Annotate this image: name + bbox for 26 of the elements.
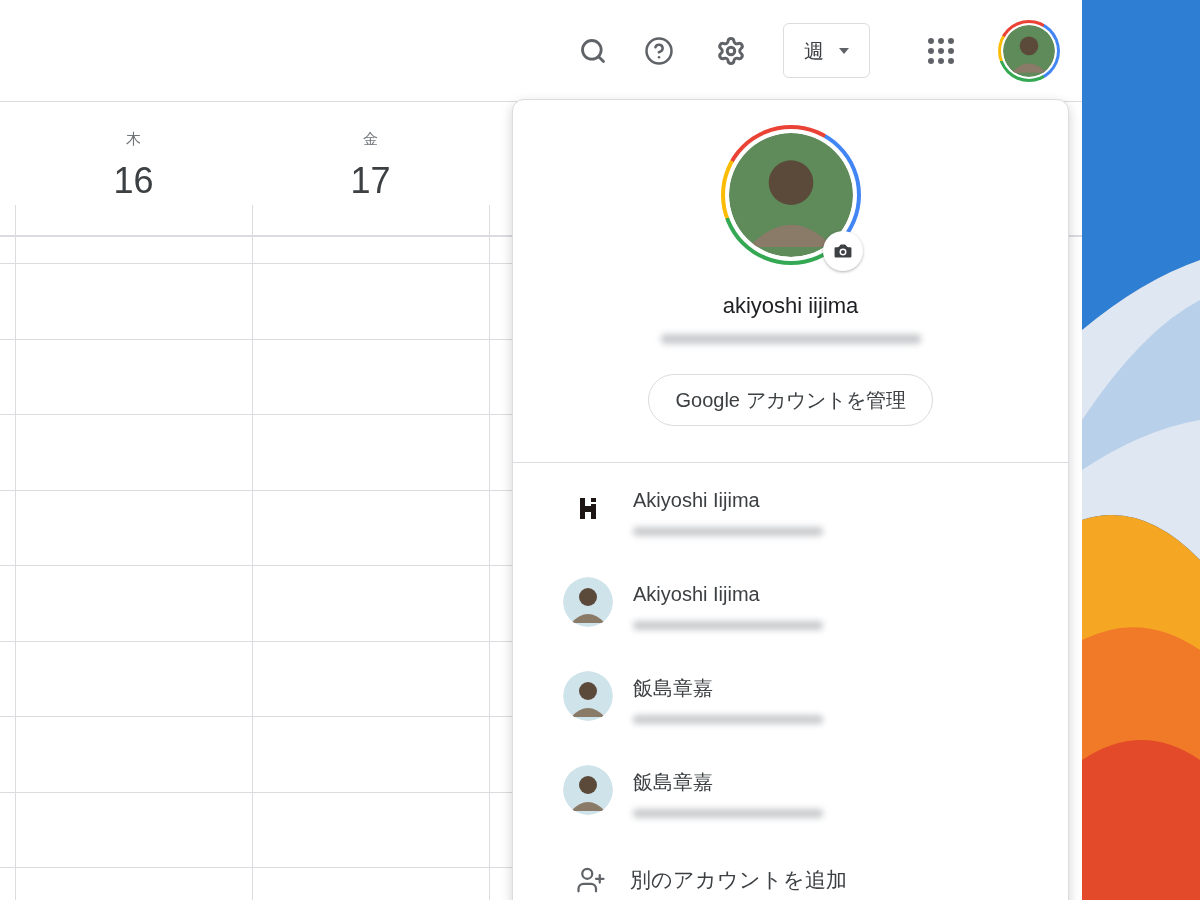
help-icon (644, 35, 674, 66)
avatar (563, 577, 613, 627)
account-name: 飯島章嘉 (633, 770, 714, 795)
weekday-label: 木 (126, 129, 141, 149)
account-name: 飯島章嘉 (633, 676, 714, 701)
avatar (563, 671, 613, 721)
weekday-label: 金 (363, 129, 378, 149)
apps-grid-icon[interactable] (928, 37, 954, 64)
search-icon (579, 36, 607, 65)
account-item[interactable]: 飯島章嘉 (513, 669, 1068, 763)
avatar (1003, 24, 1055, 77)
add-person-icon (576, 865, 606, 895)
account-item[interactable]: Akiyoshi Iijima (513, 481, 1068, 575)
date-label[interactable]: 17 (350, 158, 391, 203)
date-label[interactable]: 16 (113, 158, 154, 203)
account-name: Akiyoshi Iijima (633, 488, 761, 513)
account-name: akiyoshi iijima (722, 292, 859, 320)
account-item[interactable]: Akiyoshi Iijima (513, 575, 1068, 669)
change-photo-button[interactable] (822, 231, 863, 271)
caret-icon (839, 47, 849, 54)
add-account-button[interactable]: 別のアカウントを追加 (513, 855, 1068, 900)
account-name: Akiyoshi Iijima (633, 582, 761, 607)
settings-icon (716, 35, 746, 66)
avatar (563, 765, 613, 815)
view-select[interactable]: 週 (783, 23, 870, 78)
account-item[interactable]: 飯島章嘉 (513, 763, 1068, 857)
